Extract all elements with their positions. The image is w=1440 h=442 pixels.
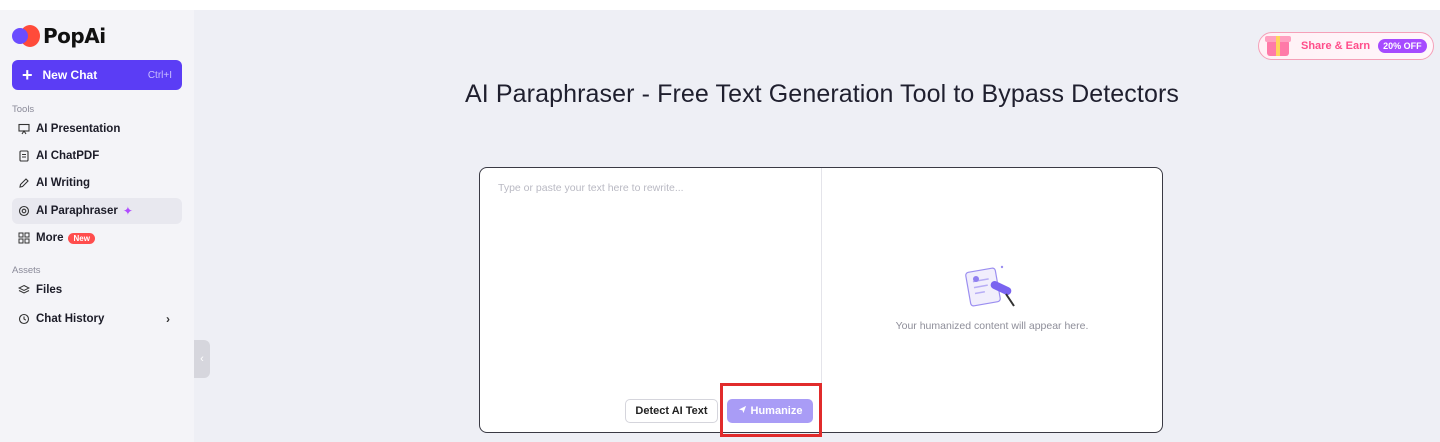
sidebar-item-label: AI Writing bbox=[36, 177, 91, 189]
page-title: AI Paraphraser - Free Text Generation To… bbox=[465, 80, 1179, 108]
document-key-illustration bbox=[965, 265, 1015, 307]
sidebar-item-label: AI ChatPDF bbox=[36, 150, 100, 162]
sidebar-item-label: AI Presentation bbox=[36, 123, 121, 135]
logo[interactable]: PopAi bbox=[12, 24, 106, 48]
layers-icon bbox=[18, 284, 30, 296]
pen-icon bbox=[18, 177, 30, 189]
share-earn-label: Share & Earn bbox=[1301, 40, 1371, 52]
popai-logo-icon bbox=[12, 25, 40, 47]
chevron-left-icon: ‹ bbox=[200, 353, 204, 365]
output-pane: Your humanized content will appear here. bbox=[822, 168, 1162, 432]
gift-icon bbox=[1263, 28, 1293, 58]
humanize-label: Humanize bbox=[750, 405, 803, 417]
sidebar: PopAi + New Chat Ctrl+I Tools AI Present… bbox=[0, 10, 194, 442]
sidebar-item-files[interactable]: Files bbox=[12, 277, 182, 303]
sidebar-item-label: Files bbox=[36, 284, 63, 296]
document-icon bbox=[18, 150, 30, 162]
send-icon bbox=[738, 405, 747, 417]
new-chat-label: New Chat bbox=[42, 68, 98, 82]
sidebar-item-label: Chat History bbox=[36, 313, 105, 325]
logo-text: PopAi bbox=[43, 24, 106, 48]
presentation-icon bbox=[18, 123, 30, 135]
assets-section-label: Assets bbox=[12, 265, 41, 276]
tools-section-label: Tools bbox=[12, 104, 35, 115]
new-chat-button[interactable]: + New Chat Ctrl+I bbox=[12, 60, 182, 90]
new-chat-shortcut: Ctrl+I bbox=[147, 69, 172, 81]
top-strip bbox=[0, 0, 1440, 10]
paraphraser-editor: Detect AI Text Humanize Your humanized c… bbox=[479, 167, 1163, 433]
text-input[interactable] bbox=[480, 168, 821, 388]
discount-badge: 20% OFF bbox=[1378, 39, 1427, 53]
sidebar-item-chat-history[interactable]: Chat History › bbox=[12, 306, 182, 332]
sidebar-collapse-handle[interactable]: ‹ bbox=[194, 340, 210, 378]
sidebar-item-more[interactable]: More New bbox=[12, 225, 182, 251]
sidebar-item-ai-writing[interactable]: AI Writing bbox=[12, 170, 182, 196]
sparkle-icon: ✦ bbox=[122, 204, 133, 218]
plus-icon: + bbox=[22, 65, 33, 85]
input-pane: Detect AI Text Humanize bbox=[480, 168, 822, 432]
empty-output-message: Your humanized content will appear here. bbox=[895, 320, 1089, 332]
sidebar-item-label: More bbox=[36, 232, 64, 244]
paraphrase-icon bbox=[18, 205, 30, 217]
grid-icon bbox=[18, 232, 30, 244]
new-badge: New bbox=[68, 232, 95, 244]
history-icon bbox=[18, 313, 30, 325]
humanize-button[interactable]: Humanize bbox=[727, 399, 813, 423]
sidebar-item-ai-presentation[interactable]: AI Presentation bbox=[12, 116, 182, 142]
share-earn-button[interactable]: Share & Earn 20% OFF bbox=[1258, 32, 1434, 60]
detect-ai-text-button[interactable]: Detect AI Text bbox=[625, 399, 718, 423]
sidebar-item-ai-paraphraser[interactable]: AI Paraphraser ✦ bbox=[12, 198, 182, 224]
chevron-right-icon: › bbox=[166, 312, 170, 326]
sidebar-item-ai-chatpdf[interactable]: AI ChatPDF bbox=[12, 143, 182, 169]
sidebar-item-label: AI Paraphraser bbox=[36, 205, 118, 217]
